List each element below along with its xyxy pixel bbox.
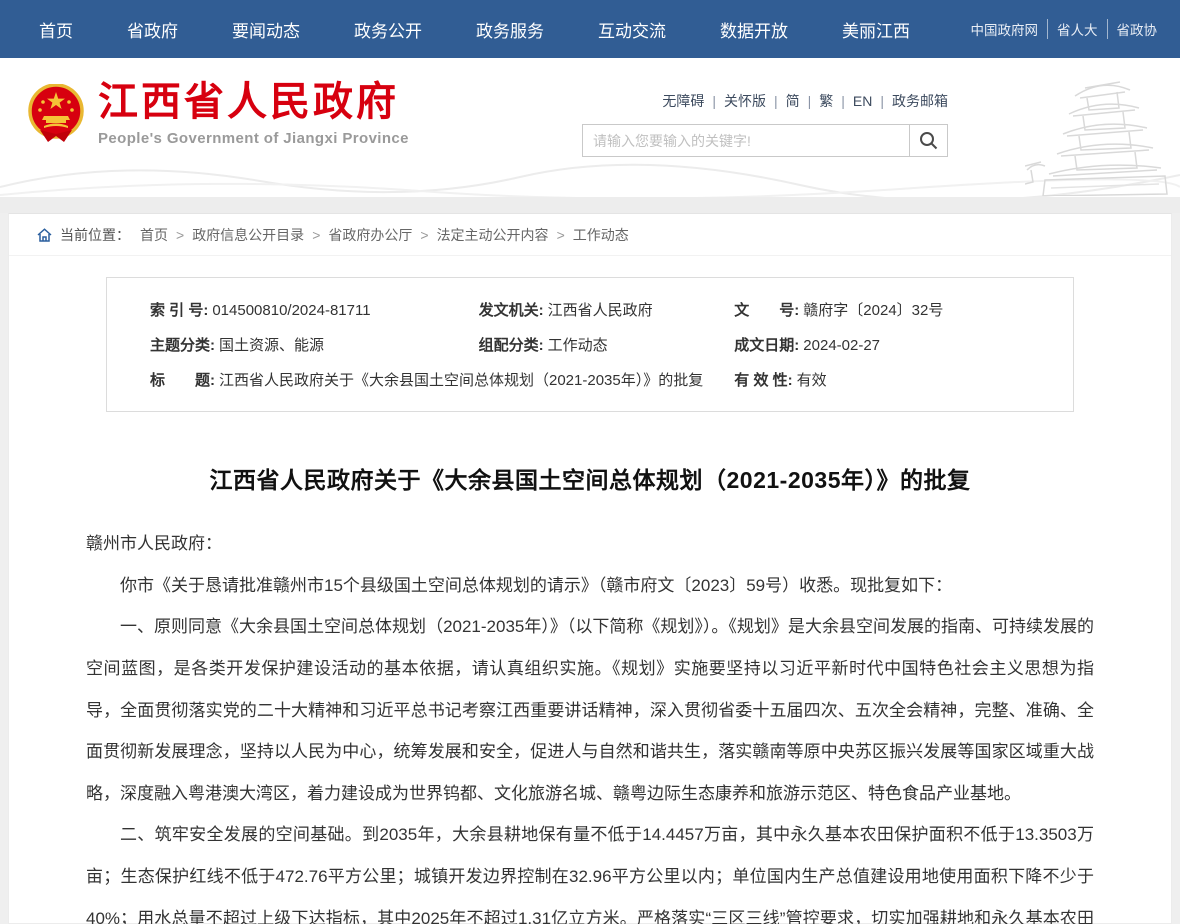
site-logo[interactable]: 江西省人民政府 People's Government of Jiangxi P… <box>28 80 409 147</box>
salutation: 赣州市人民政府： <box>86 523 1094 565</box>
top-nav-gov-links: 中国政府网省人大省政协 <box>962 19 1167 39</box>
nav-item[interactable]: 要闻动态 <box>205 17 327 42</box>
meta-group: 组配分类:工作动态 <box>479 328 735 363</box>
nav-item[interactable]: 美丽江西 <box>815 17 937 42</box>
site-title-en: People's Government of Jiangxi Province <box>98 130 409 147</box>
quick-link[interactable]: 政务邮箱 <box>872 93 948 109</box>
body-paragraph: 你市《关于恳请批准赣州市15个县级国土空间总体规划的请示》（赣市府文〔2023〕… <box>86 565 1094 607</box>
search-icon <box>919 131 938 150</box>
breadcrumb-link[interactable]: 政府信息公开目录 <box>168 225 304 245</box>
top-nav-menu: 首页省政府要闻动态政务公开政务服务互动交流数据开放美丽江西 <box>12 17 937 42</box>
document-body: 你市《关于恳请批准赣州市15个县级国土空间总体规划的请示》（赣市府文〔2023〕… <box>86 565 1094 924</box>
quick-link[interactable]: 关怀版 <box>704 93 766 109</box>
search-button[interactable] <box>909 125 947 156</box>
breadcrumb-link[interactable]: 省政府办公厅 <box>304 225 412 245</box>
pavilion-sketch-decoration <box>1025 70 1180 196</box>
quick-link[interactable]: EN <box>833 93 872 109</box>
breadcrumb-link[interactable]: 工作动态 <box>549 225 629 245</box>
meta-issuer: 发文机关:江西省人民政府 <box>479 293 735 328</box>
top-nav-bar: 首页省政府要闻动态政务公开政务服务互动交流数据开放美丽江西 中国政府网省人大省政… <box>0 0 1180 58</box>
body-paragraph: 一、原则同意《大余县国土空间总体规划（2021-2035年）》（以下简称《规划》… <box>86 606 1094 814</box>
header-utilities: 无障碍关怀版简繁EN政务邮箱 <box>582 91 948 157</box>
site-header: 江西省人民政府 People's Government of Jiangxi P… <box>0 58 1180 197</box>
meta-title: 标 题:江西省人民政府关于《大余县国土空间总体规划（2021-2035年）》的批… <box>150 363 734 398</box>
meta-date: 成文日期:2024-02-27 <box>734 328 1063 363</box>
nav-item[interactable]: 省政府 <box>100 17 205 42</box>
quick-links: 无障碍关怀版简繁EN政务邮箱 <box>582 91 948 111</box>
nav-item[interactable]: 政务公开 <box>327 17 449 42</box>
meta-docno: 文 号:赣府字〔2024〕32号 <box>734 293 1063 328</box>
national-emblem-icon <box>28 84 84 144</box>
quick-link[interactable]: 无障碍 <box>662 93 704 109</box>
header-divider <box>0 197 1180 213</box>
gov-site-link[interactable]: 中国政府网 <box>962 19 1048 39</box>
home-icon <box>37 228 52 242</box>
gov-site-link[interactable]: 省政协 <box>1107 19 1167 39</box>
quick-link[interactable]: 简 <box>766 93 800 109</box>
meta-topic: 主题分类:国土资源、能源 <box>150 328 479 363</box>
document-meta-table: 索 引 号:014500810/2024-81711 发文机关:江西省人民政府 … <box>106 277 1074 412</box>
meta-validity: 有 效 性:有效 <box>734 363 1063 398</box>
content-card: 当前位置： 首页政府信息公开目录省政府办公厅法定主动公开内容工作动态 索 引 号… <box>8 213 1172 924</box>
nav-item[interactable]: 首页 <box>12 17 100 42</box>
meta-index: 索 引 号:014500810/2024-81711 <box>150 293 479 328</box>
nav-item[interactable]: 政务服务 <box>449 17 571 42</box>
nav-item[interactable]: 互动交流 <box>571 17 693 42</box>
breadcrumb: 当前位置： 首页政府信息公开目录省政府办公厅法定主动公开内容工作动态 <box>9 214 1171 256</box>
search-input[interactable] <box>583 125 909 156</box>
document-title: 江西省人民政府关于《大余县国土空间总体规划（2021-2035年）》的批复 <box>86 461 1094 495</box>
body-paragraph: 二、筑牢安全发展的空间基础。到2035年，大余县耕地保有量不低于14.4457万… <box>86 814 1094 924</box>
breadcrumb-label: 当前位置： <box>60 225 130 245</box>
quick-link[interactable]: 繁 <box>800 93 834 109</box>
breadcrumb-link[interactable]: 首页 <box>140 225 168 245</box>
gov-site-link[interactable]: 省人大 <box>1047 19 1107 39</box>
breadcrumb-link[interactable]: 法定主动公开内容 <box>412 225 548 245</box>
document-article: 江西省人民政府关于《大余县国土空间总体规划（2021-2035年）》的批复 赣州… <box>9 461 1171 924</box>
search-bar <box>582 124 948 157</box>
nav-item[interactable]: 数据开放 <box>693 17 815 42</box>
breadcrumb-trail: 首页政府信息公开目录省政府办公厅法定主动公开内容工作动态 <box>140 225 629 245</box>
site-title: 江西省人民政府 <box>98 80 409 124</box>
